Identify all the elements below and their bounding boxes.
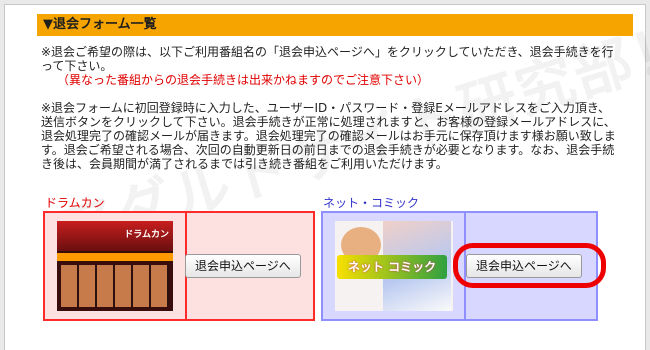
- thumbnail-banner: ドラムカン: [57, 221, 173, 251]
- doramkan-thumbnail[interactable]: ドラムカン: [57, 221, 173, 311]
- service-label-netcomic: ネット・コミック: [323, 196, 420, 210]
- thumbnail-cell: ネット コミック: [323, 213, 466, 319]
- page-frame: ▼退会フォーム一覧 ※退会ご希望の際は、以下ご利用番組名の「退会申込ページへ」を…: [4, 4, 650, 350]
- withdraw-button-doramkan[interactable]: 退会申込ページへ: [185, 254, 301, 278]
- netcomic-thumbnail[interactable]: ネット コミック: [335, 221, 453, 311]
- notice-text: （異なった番組からの退会手続きは出来かねますのでご注意下さい）: [57, 73, 430, 87]
- service-label-doramkan: ドラムカン: [45, 196, 105, 210]
- thumbnail-logo: ネット コミック: [337, 255, 447, 279]
- thumbnail-grid: [61, 265, 169, 307]
- highlight-circle: [453, 243, 606, 288]
- section-header: ▼退会フォーム一覧: [37, 14, 633, 36]
- instruction-text-1: ※退会ご希望の際は、以下ご利用番組名の「退会申込ページへ」をクリックしていただき…: [41, 45, 614, 73]
- instruction-text-2: ※退会フォームに初回登録時に入力した、ユーザーID・パスワード・登録Eメールアド…: [41, 101, 616, 171]
- thumbnail-logo: ドラムカン: [124, 230, 169, 240]
- thumbnail-cell: ドラムカン: [45, 213, 187, 319]
- thumbnail-strip: [57, 253, 173, 261]
